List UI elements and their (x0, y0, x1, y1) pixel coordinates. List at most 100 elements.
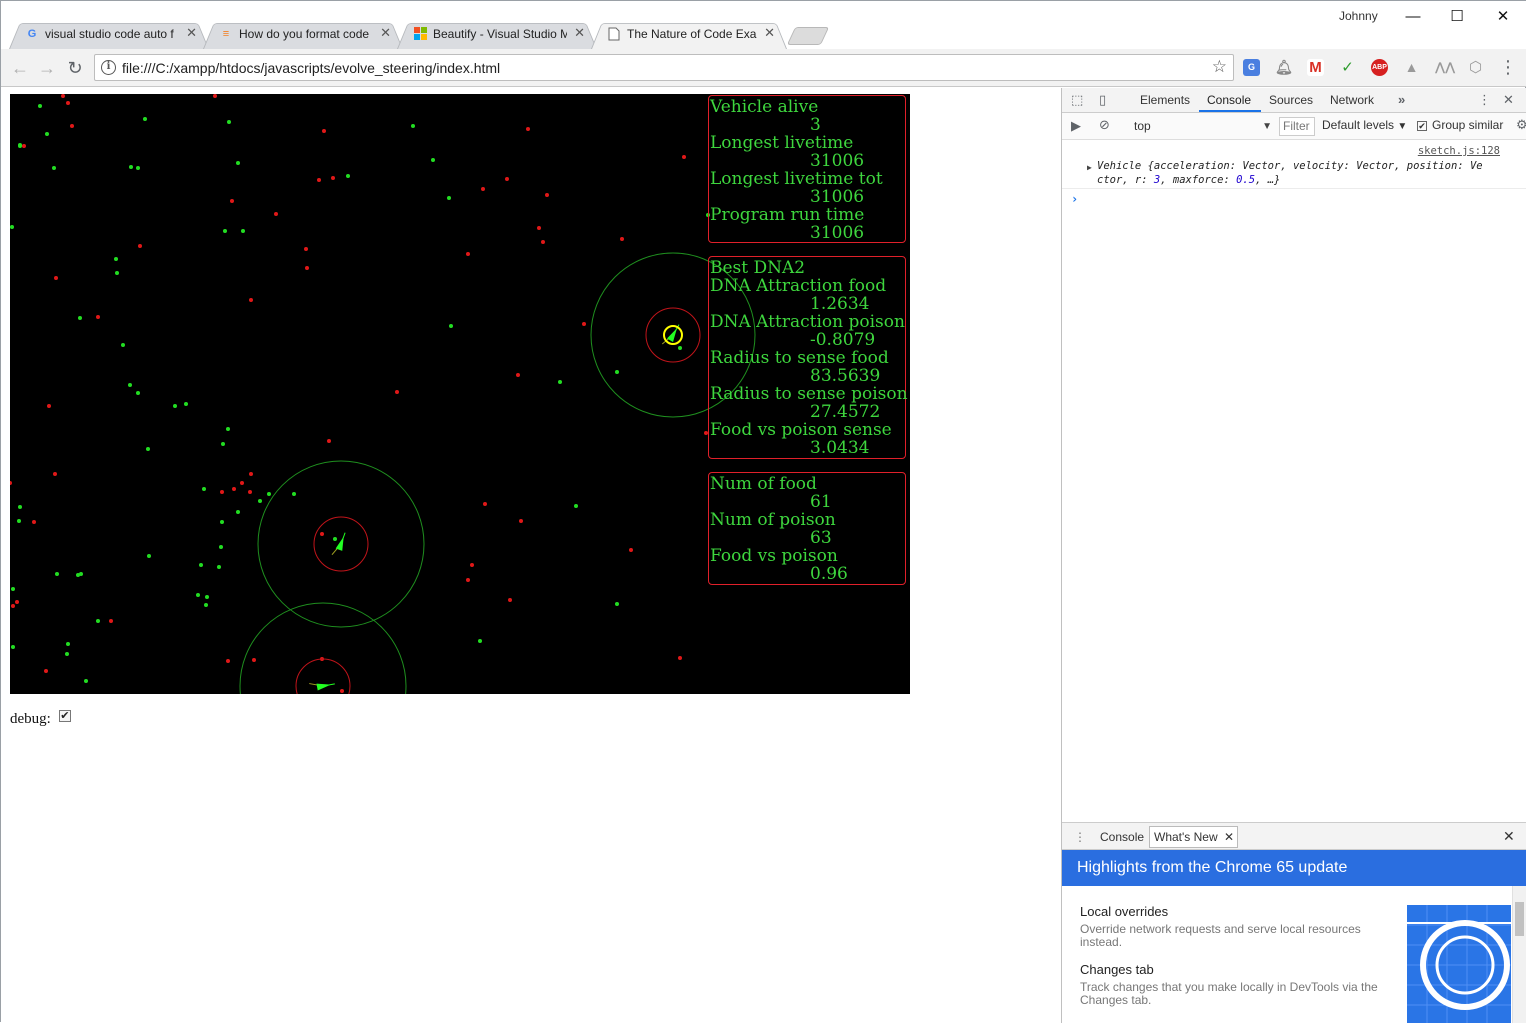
close-tab-icon[interactable]: ✕ (574, 25, 585, 41)
reload-icon[interactable]: ↻ (64, 57, 86, 79)
drive-icon[interactable]: ▲ (1403, 59, 1420, 76)
food-dot (76, 573, 80, 577)
drawer-tab-whats-new[interactable]: What's New ✕ (1149, 826, 1238, 848)
adblock-icon[interactable]: ABP (1371, 59, 1388, 76)
poison-dot (61, 94, 65, 98)
poison-dot (96, 315, 100, 319)
log-separator (1062, 188, 1526, 189)
bookmark-star-icon[interactable]: ☆ (1212, 57, 1227, 77)
drawer-tabbar: ⋮ Console What's New ✕ ✕ (1062, 822, 1526, 850)
food-dot (431, 158, 435, 162)
vehicle (335, 536, 344, 551)
debug-checkbox[interactable]: ✔ (58, 710, 71, 722)
close-drawer-tab-icon[interactable]: ✕ (1224, 830, 1234, 844)
console-settings-gear-icon[interactable]: ⚙ (1516, 117, 1526, 133)
forward-icon[interactable]: → (36, 57, 58, 79)
tab-title: The Nature of Code Exan (627, 27, 757, 41)
console-log-entry[interactable]: ▶ Vehicle {acceleration: Vector, velocit… (1087, 159, 1502, 187)
info-icon[interactable]: i (101, 60, 116, 75)
address-bar[interactable]: i file:///C:/xampp/htdocs/javascripts/ev… (94, 54, 1234, 81)
log-line-2b: , maxforce: (1160, 174, 1237, 186)
new-tab-button[interactable] (786, 27, 830, 45)
tab-elements[interactable]: Elements (1140, 93, 1190, 107)
devtools-tabbar: ⬚ ▯ Elements Console Sources Network » ⋮… (1062, 88, 1526, 113)
gmail-icon[interactable]: M (1307, 59, 1324, 76)
tab-visual-studio-code-search[interactable]: G visual studio code auto f ✕ (9, 19, 209, 49)
close-drawer-icon[interactable]: ✕ (1503, 828, 1515, 845)
context-selector[interactable]: top ▼ (1126, 117, 1272, 136)
food-dot (199, 563, 203, 567)
back-icon[interactable]: ← (9, 57, 31, 79)
vehicle-alive-label: Vehicle alive (710, 97, 819, 117)
profile-name[interactable]: Johnny (1339, 9, 1378, 23)
clear-console-icon[interactable]: ⊘ (1099, 117, 1110, 133)
counts-panel: Num of food 61 Num of poison 63 Food vs … (708, 472, 906, 585)
poison-dot (678, 656, 682, 660)
close-devtools-icon[interactable]: ✕ (1503, 92, 1514, 108)
poison-dot (220, 490, 224, 494)
poison-sense-radius (295, 658, 351, 694)
devtools-menu-icon[interactable]: ⋮ (1478, 92, 1491, 108)
simulation-canvas[interactable]: Vehicle alive 3 Longest livetime 31006 L… (10, 94, 910, 694)
checkmark-extension-icon[interactable]: ✓ (1339, 59, 1356, 76)
group-similar-toggle[interactable]: ✔ Group similar (1417, 118, 1503, 132)
source-link[interactable]: sketch.js:128 (1418, 145, 1500, 157)
longest-livetime-value: 31006 (810, 151, 865, 171)
close-window-icon[interactable]: ✕ (1480, 5, 1526, 29)
close-tab-icon[interactable]: ✕ (380, 25, 391, 41)
radius-poison-value: 27.4572 (810, 402, 881, 422)
notification-bell-icon[interactable]: 🔔︎ (1275, 59, 1293, 76)
mountain-extension-icon[interactable]: ⋀⋀ (1435, 59, 1455, 76)
devtools-panel: ⬚ ▯ Elements Console Sources Network » ⋮… (1061, 88, 1526, 1023)
program-run-time-value: 31006 (810, 223, 865, 243)
drawer-tab-whats-new-label: What's New (1154, 830, 1218, 844)
log-levels-dropdown[interactable]: Default levels ▼ (1322, 118, 1407, 132)
program-run-time-label: Program run time (710, 205, 865, 225)
close-tab-icon[interactable]: ✕ (764, 25, 775, 41)
tab-nature-of-code[interactable]: The Nature of Code Exan ✕ (591, 19, 787, 49)
attraction-poison-value: -0.8079 (810, 330, 876, 350)
food-dot (333, 537, 337, 541)
food-dot (196, 593, 200, 597)
num-food-value: 61 (810, 492, 832, 512)
close-tab-icon[interactable]: ✕ (186, 25, 197, 41)
log-line-2a: ctor, r: (1097, 174, 1154, 186)
poison-dot (505, 177, 509, 181)
whats-new-item[interactable]: Local overrides Override network request… (1080, 904, 1380, 949)
whats-new-item[interactable]: Changes tab Track changes that you make … (1080, 962, 1380, 1007)
food-dot (128, 383, 132, 387)
poison-dot (138, 244, 142, 248)
group-similar-checkbox[interactable]: ✔ (1417, 121, 1427, 131)
tab-network[interactable]: Network (1330, 93, 1374, 107)
maximize-icon[interactable]: ☐ (1434, 5, 1480, 29)
tab-beautify[interactable]: Beautify - Visual Studio M ✕ (397, 19, 597, 49)
minimize-icon[interactable]: — (1390, 5, 1436, 29)
whats-new-scrollbar[interactable] (1512, 886, 1526, 1023)
console-prompt-icon[interactable]: › (1071, 192, 1078, 206)
inspect-element-icon[interactable]: ⬚ (1071, 92, 1083, 108)
vehicle-alive-value: 3 (810, 115, 821, 135)
more-tabs-chevron-icon[interactable]: » (1398, 92, 1405, 107)
tab-sources[interactable]: Sources (1269, 93, 1313, 107)
url-text[interactable]: file:///C:/xampp/htdocs/javascripts/evol… (122, 60, 500, 76)
drawer-menu-icon[interactable]: ⋮ (1074, 830, 1086, 844)
food-dot (38, 104, 42, 108)
cube-extension-icon[interactable]: ⬡ (1467, 59, 1484, 76)
poison-dot (470, 563, 474, 567)
food-dot (449, 324, 453, 328)
radius-food-label: Radius to sense food (710, 348, 889, 368)
console-output[interactable]: sketch.js:128 ▶ Vehicle {acceleration: V… (1062, 140, 1526, 822)
tab-console[interactable]: Console (1207, 93, 1251, 107)
chrome-menu-icon[interactable]: ⋮ (1499, 57, 1517, 78)
translate-extension-icon[interactable]: G (1243, 59, 1260, 76)
poison-dot (317, 178, 321, 182)
scrollbar-thumb[interactable] (1515, 902, 1524, 936)
drawer-tab-console[interactable]: Console (1100, 830, 1144, 844)
console-filter-input[interactable]: Filter (1279, 117, 1315, 136)
expand-triangle-icon[interactable]: ▶ (1087, 161, 1092, 175)
device-toolbar-icon[interactable]: ▯ (1099, 92, 1106, 108)
tab-stackoverflow[interactable]: ≡ How do you format code ✕ (203, 19, 403, 49)
browser-toolbar: ← → ↻ i file:///C:/xampp/htdocs/javascri… (1, 49, 1526, 87)
food-dot (17, 519, 21, 523)
show-sidebar-icon[interactable]: ▶︎ (1071, 118, 1081, 134)
